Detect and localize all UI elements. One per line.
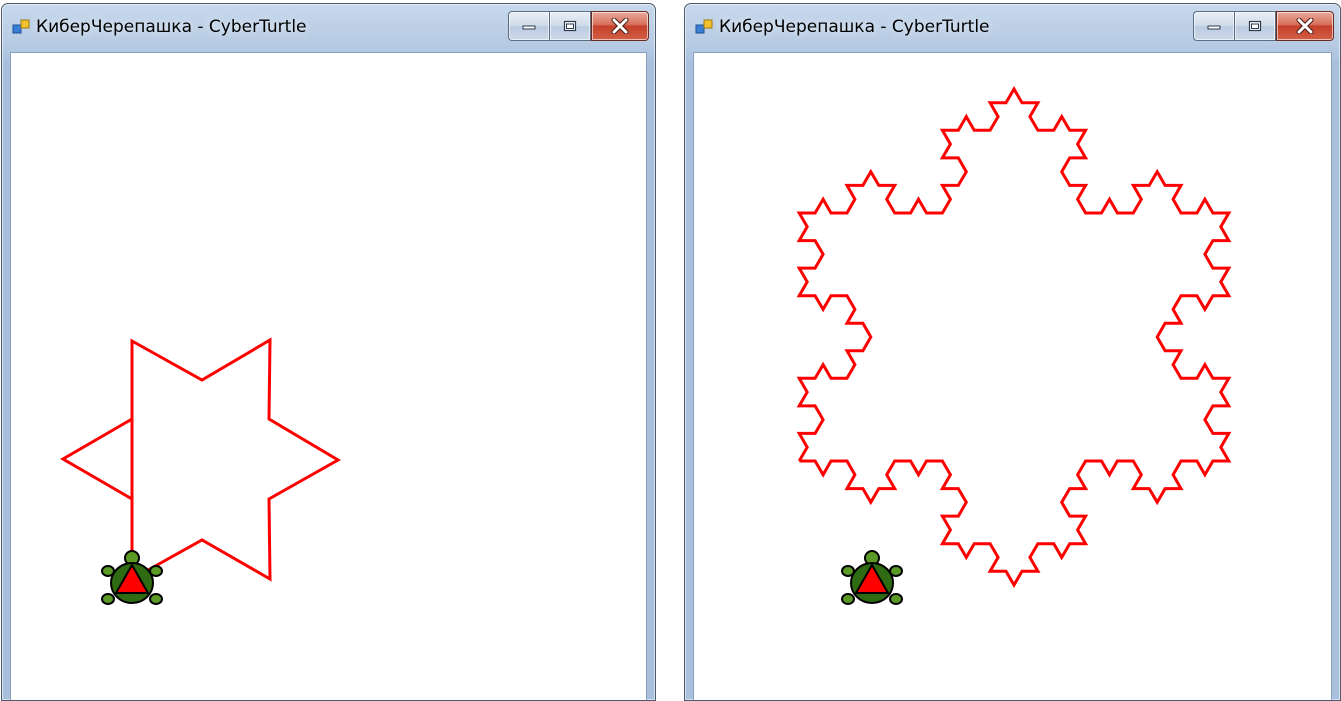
minimize-button[interactable] <box>1193 11 1234 41</box>
title-bar[interactable]: КиберЧерепашка - CyberTurtle <box>685 4 1340 52</box>
title-bar[interactable]: КиберЧерепашка - CyberTurtle <box>2 4 655 52</box>
star-drawing <box>60 337 341 582</box>
maximize-button[interactable] <box>1234 11 1276 41</box>
window-right: КиберЧерепашка - CyberTurtle <box>684 3 1341 701</box>
close-icon <box>1296 18 1314 34</box>
turtle-icon <box>841 550 903 605</box>
close-icon <box>611 18 629 34</box>
caption-buttons <box>1193 11 1334 41</box>
drawing-canvas[interactable] <box>693 52 1332 700</box>
maximize-button[interactable] <box>549 11 591 41</box>
caption-buttons <box>508 11 649 41</box>
maximize-icon <box>1248 20 1262 32</box>
minimize-icon <box>522 25 536 30</box>
close-button[interactable] <box>1276 11 1334 41</box>
window-left: КиберЧерепашка - CyberTurtle <box>1 3 656 701</box>
app-icon <box>695 19 713 34</box>
maximize-icon <box>563 20 577 32</box>
turtle-canvas-svg <box>60 337 341 605</box>
window-title: КиберЧерепашка - CyberTurtle <box>36 17 307 37</box>
minimize-icon <box>1207 25 1221 30</box>
close-button[interactable] <box>591 11 649 41</box>
turtle-icon <box>101 550 163 605</box>
minimize-button[interactable] <box>508 11 549 41</box>
app-icon <box>12 19 30 34</box>
turtle-canvas-svg <box>796 86 1232 605</box>
window-title: КиберЧерепашка - CyberTurtle <box>719 17 990 37</box>
koch-snowflake-drawing <box>796 86 1232 588</box>
drawing-canvas[interactable] <box>10 52 647 700</box>
